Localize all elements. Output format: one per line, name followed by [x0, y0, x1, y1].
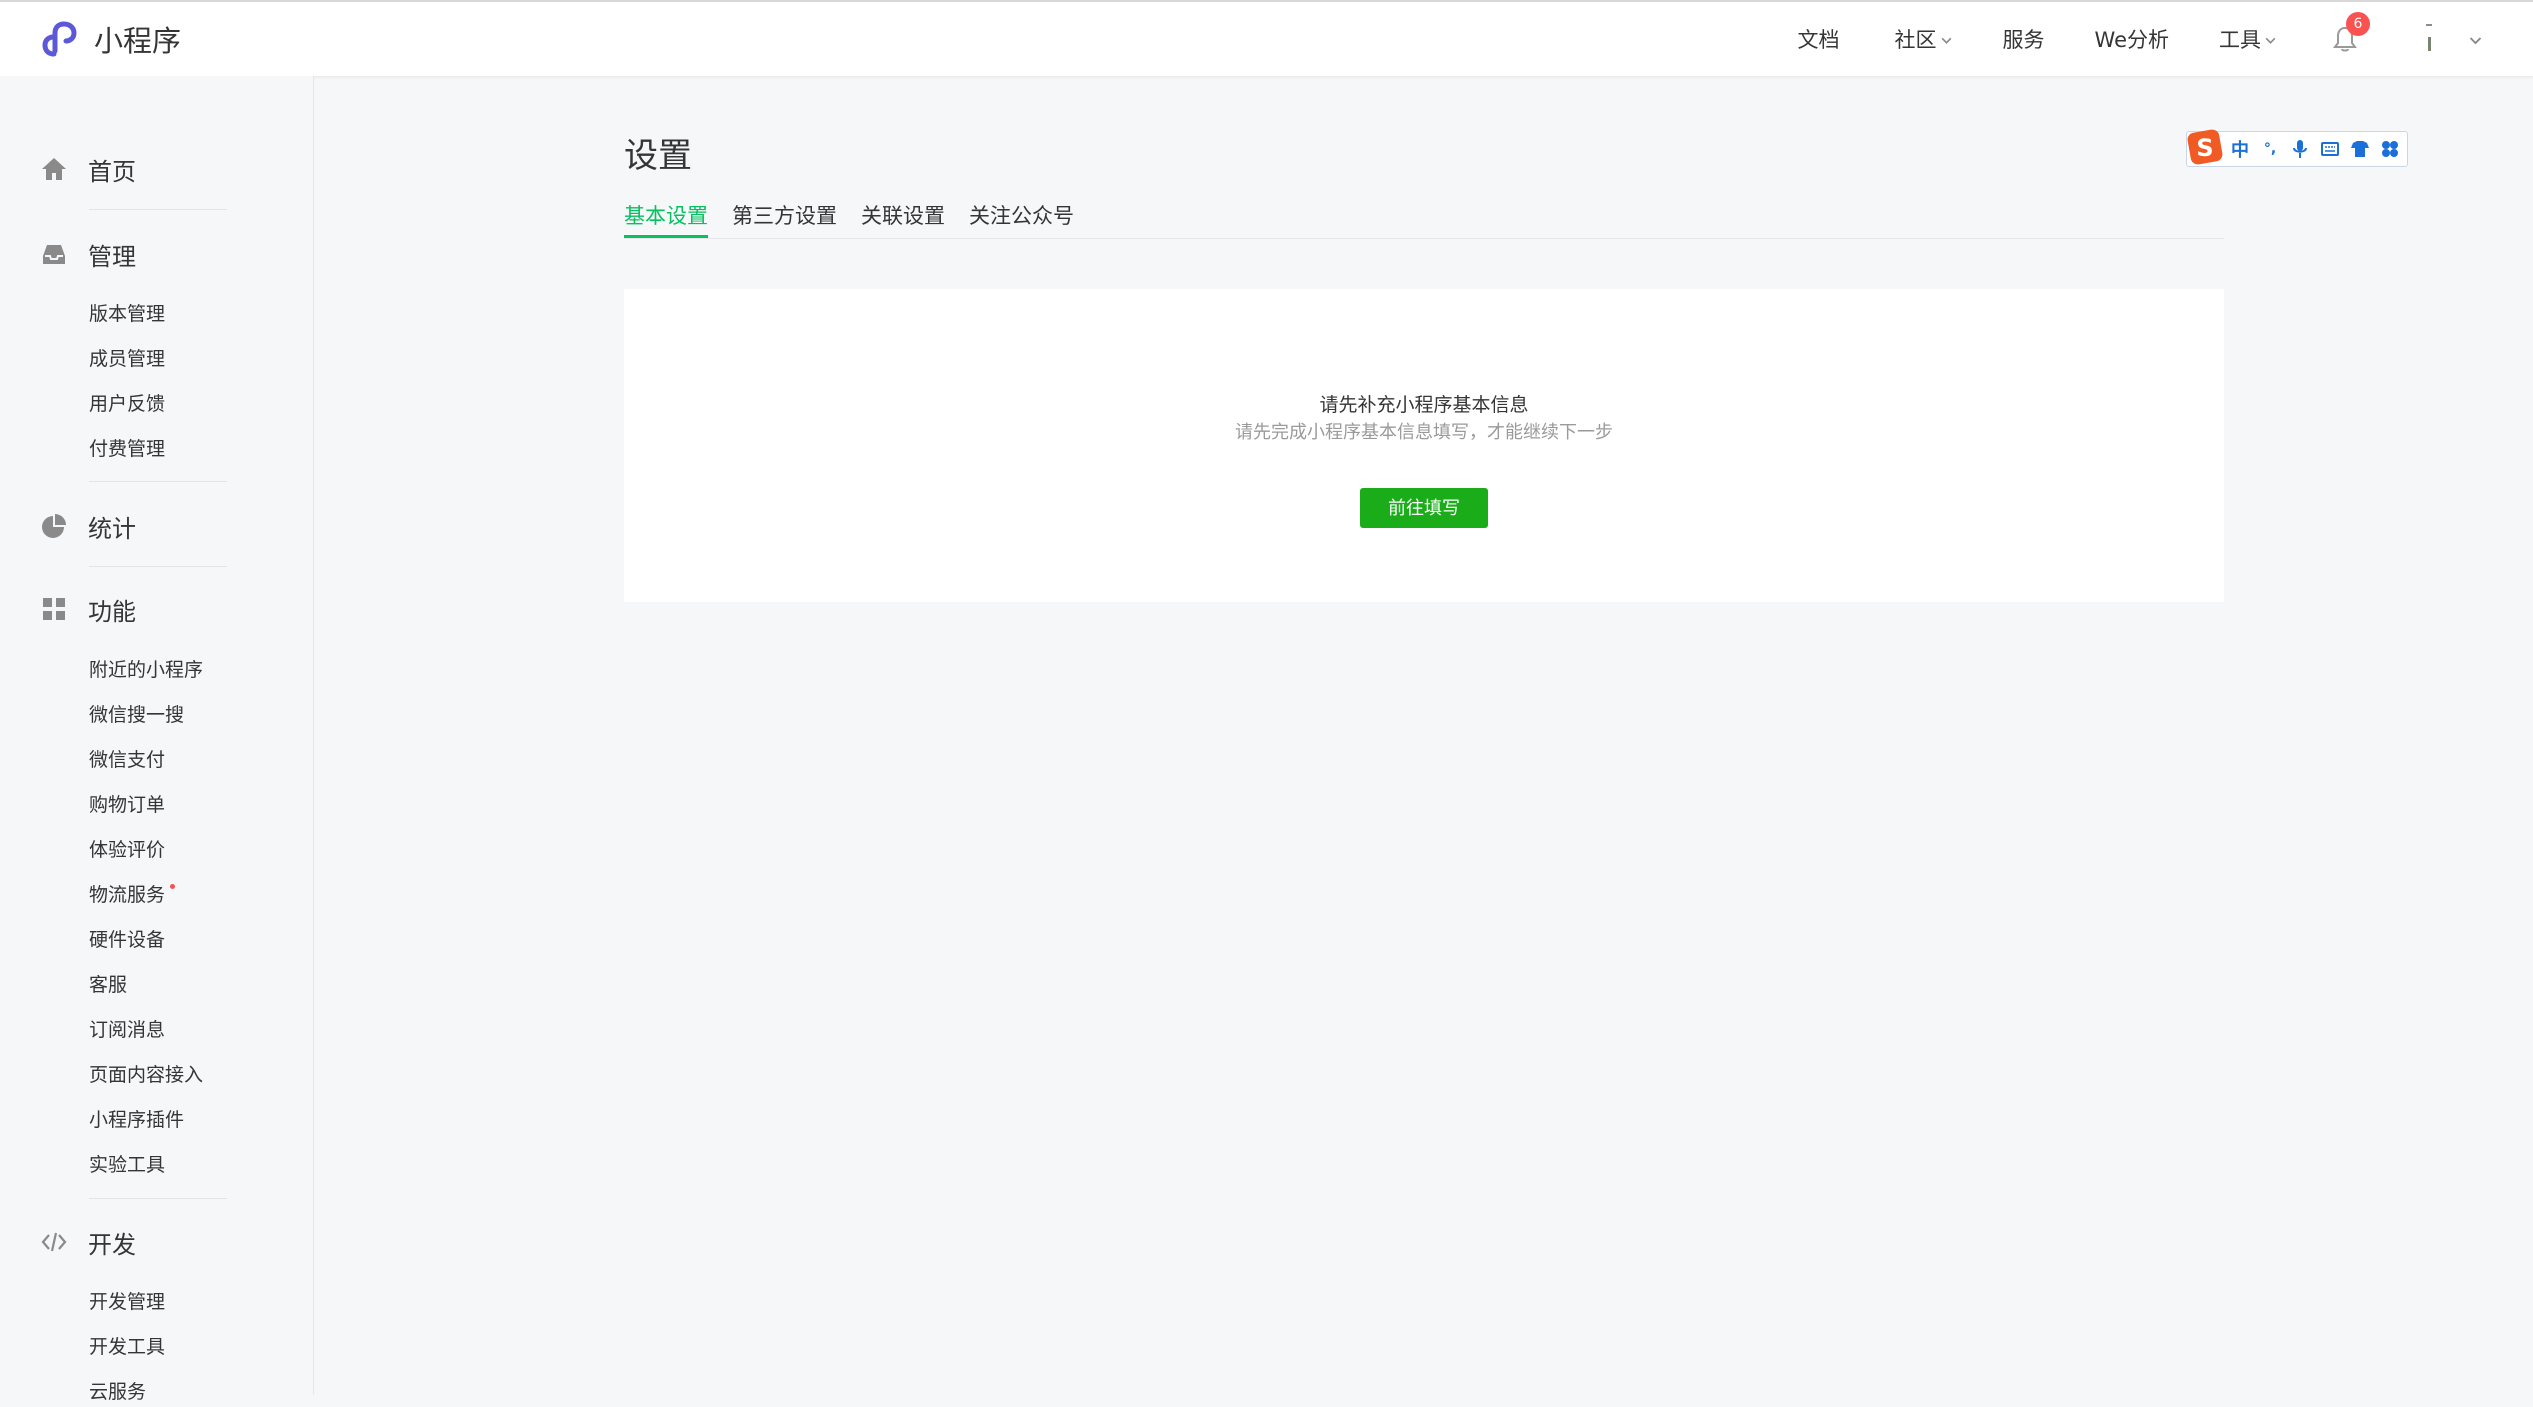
sidebar-section-label: 功能: [88, 597, 136, 626]
logo-text: 小程序: [94, 24, 182, 58]
keyboard-icon[interactable]: [2315, 138, 2345, 160]
sidebar-item-hardware-devices[interactable]: 硬件设备: [89, 925, 165, 955]
sidebar-item-version-management[interactable]: 版本管理: [89, 299, 165, 329]
pie-chart-icon: [42, 514, 66, 538]
sidebar: 首页 管理 版本管理 成员管理 用户反馈 付费管理 统计 功能 附近的小程序 微…: [0, 76, 314, 1403]
sidebar-section-label: 管理: [88, 242, 136, 271]
miniprogram-logo-icon: [42, 21, 77, 57]
notification-button[interactable]: 6: [2332, 12, 2370, 54]
tab-follow-official-account[interactable]: 关注公众号: [969, 200, 1074, 238]
sidebar-item-nearby-miniprograms[interactable]: 附近的小程序: [89, 655, 203, 685]
nav-docs[interactable]: 文档: [1798, 24, 1840, 54]
sidebar-item-wechat-pay[interactable]: 微信支付: [89, 745, 165, 775]
ime-toolbar[interactable]: S 中 °,: [2186, 129, 2408, 167]
tab-third-party-settings[interactable]: 第三方设置: [732, 200, 837, 238]
divider: [89, 209, 227, 210]
skin-icon[interactable]: [2345, 138, 2375, 160]
nav-tools-label: 工具: [2219, 28, 2261, 52]
sidebar-section-statistics[interactable]: 统计: [40, 506, 136, 546]
account-menu[interactable]: [2422, 19, 2483, 59]
sidebar-item-label: 物流服务: [89, 884, 166, 906]
nav-tools[interactable]: 工具: [2219, 24, 2277, 54]
divider: [89, 1198, 227, 1199]
sidebar-item-page-content-access[interactable]: 页面内容接入: [89, 1060, 203, 1090]
tab-associated-settings[interactable]: 关联设置: [861, 200, 945, 238]
sidebar-item-subscription-messages[interactable]: 订阅消息: [89, 1015, 165, 1045]
code-icon: [41, 1232, 67, 1252]
nav-we-analytics-label: We分析: [2094, 28, 2169, 52]
sidebar-section-features[interactable]: 功能: [40, 589, 136, 629]
sidebar-section-home[interactable]: 首页: [40, 149, 136, 189]
sidebar-item-dev-tools[interactable]: 开发工具: [89, 1332, 165, 1362]
nav-community[interactable]: 社区: [1895, 24, 1953, 54]
sidebar-item-wechat-search[interactable]: 微信搜一搜: [89, 700, 184, 730]
tab-basic-settings[interactable]: 基本设置: [624, 200, 708, 238]
home-icon: [42, 158, 66, 180]
nav-docs-label: 文档: [1797, 28, 1840, 52]
chevron-down-icon: [1941, 37, 1951, 44]
sidebar-item-miniprogram-plugins[interactable]: 小程序插件: [89, 1105, 184, 1135]
sidebar-item-dev-management[interactable]: 开发管理: [89, 1287, 165, 1317]
new-dot-indicator: [170, 884, 176, 889]
sidebar-item-payment-management[interactable]: 付费管理: [89, 434, 165, 464]
nav-services-label: 服务: [2002, 28, 2045, 52]
avatar: [2426, 24, 2432, 51]
sidebar-item-lab-tools[interactable]: 实验工具: [89, 1150, 165, 1180]
top-header: 小程序 文档 社区 服务 We分析 工具 6: [0, 0, 2533, 76]
sidebar-item-cloud-services[interactable]: 云服务: [89, 1377, 146, 1407]
chevron-down-icon: [2265, 37, 2276, 44]
sidebar-section-development[interactable]: 开发: [40, 1222, 136, 1262]
divider: [89, 566, 227, 567]
nav-services[interactable]: 服务: [2003, 24, 2045, 54]
card-description: 请先完成小程序基本信息填写，才能继续下一步: [1235, 422, 1613, 443]
sidebar-item-user-feedback[interactable]: 用户反馈: [89, 389, 165, 419]
logo[interactable]: 小程序: [40, 18, 181, 60]
grid-icon: [43, 598, 65, 620]
sidebar-item-shopping-orders[interactable]: 购物订单: [89, 790, 165, 820]
info-required-card: 请先补充小程序基本信息 请先完成小程序基本信息填写，才能继续下一步 前往填写: [624, 289, 2224, 602]
chevron-down-icon: [2469, 36, 2482, 44]
ime-punctuation-indicator[interactable]: °,: [2255, 141, 2285, 157]
page-title: 设置: [624, 136, 692, 176]
sidebar-section-label: 首页: [88, 157, 136, 186]
inbox-icon: [43, 245, 65, 264]
toolbox-icon[interactable]: [2375, 138, 2405, 160]
sidebar-item-member-management[interactable]: 成员管理: [89, 344, 165, 374]
go-fill-button[interactable]: 前往填写: [1360, 488, 1488, 528]
notification-badge: 6: [2346, 12, 2370, 36]
sidebar-section-manage[interactable]: 管理: [40, 234, 136, 274]
microphone-icon[interactable]: [2285, 138, 2315, 160]
sidebar-section-label: 开发: [88, 1230, 136, 1259]
sidebar-item-customer-service[interactable]: 客服: [89, 970, 127, 1000]
settings-tabs: 基本设置 第三方设置 关联设置 关注公众号: [624, 200, 2224, 239]
nav-community-label: 社区: [1894, 28, 1937, 52]
sidebar-item-experience-rating[interactable]: 体验评价: [89, 835, 165, 865]
sogou-logo-icon: S: [2187, 129, 2223, 165]
sidebar-section-label: 统计: [88, 514, 136, 543]
divider: [89, 481, 227, 482]
top-nav: 文档 社区 服务 We分析 工具 6: [1798, 2, 2533, 76]
ime-mode-indicator[interactable]: 中: [2225, 136, 2255, 162]
card-title: 请先补充小程序基本信息: [1319, 394, 1529, 416]
svg-text:S: S: [2196, 134, 2213, 162]
sidebar-item-logistics-services[interactable]: 物流服务: [89, 880, 176, 910]
nav-we-analytics[interactable]: We分析: [2095, 24, 2169, 54]
